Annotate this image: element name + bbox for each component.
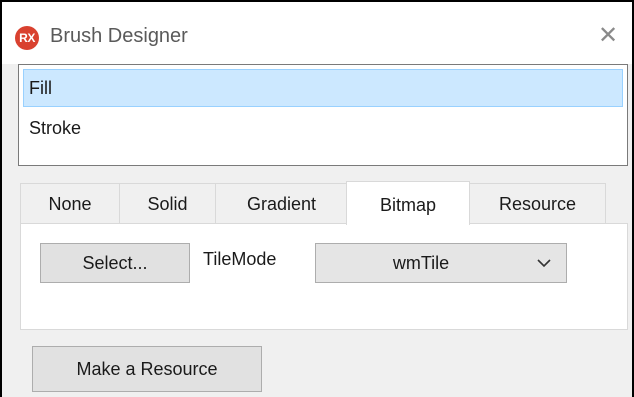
make-resource-button[interactable]: Make a Resource: [32, 346, 262, 392]
rx-app-icon: RX: [15, 26, 39, 50]
close-icon[interactable]: ✕: [586, 16, 630, 56]
tab-label: Solid: [147, 194, 188, 214]
select-bitmap-button[interactable]: Select...: [40, 243, 190, 283]
list-item-fill[interactable]: Fill: [23, 69, 623, 107]
tilemode-label: TileMode: [203, 249, 277, 269]
window-title: Brush Designer: [50, 25, 188, 47]
tab-label: Resource: [498, 194, 577, 214]
tab-label: Gradient: [246, 194, 317, 214]
list-item-label: Fill: [29, 78, 52, 98]
chevron-down-icon: [537, 259, 551, 268]
tab-resource[interactable]: Resource: [469, 183, 606, 223]
tab-bitmap[interactable]: Bitmap: [346, 181, 470, 225]
tilemode-dropdown[interactable]: wmTile: [315, 243, 567, 283]
tab-label: None: [48, 194, 92, 214]
tab-solid[interactable]: Solid: [119, 183, 216, 223]
list-item-label: Stroke: [29, 118, 82, 138]
tab-gradient[interactable]: Gradient: [215, 183, 348, 223]
tilemode-selected-value: wmTile: [392, 253, 450, 273]
bitmap-tab-panel: Select... TileMode wmTile: [20, 223, 628, 330]
brush-designer-window: RX Brush Designer ✕ Fill Stroke None Sol…: [0, 0, 634, 397]
tab-label: Bitmap: [379, 195, 437, 215]
tab-none[interactable]: None: [20, 183, 120, 223]
title-bar: RX Brush Designer ✕: [2, 2, 632, 64]
brush-target-list[interactable]: Fill Stroke: [18, 64, 628, 166]
list-item-stroke[interactable]: Stroke: [23, 109, 623, 147]
